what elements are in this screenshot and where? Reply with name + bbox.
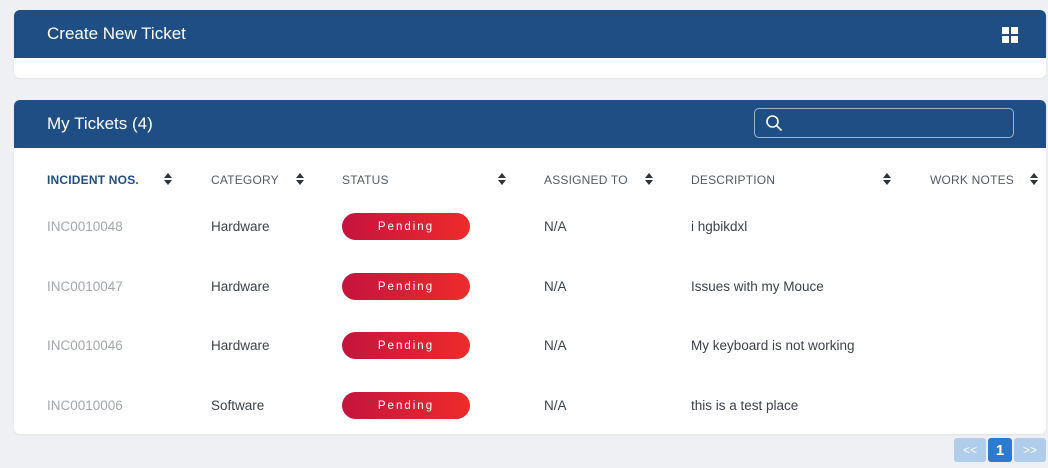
my-tickets-header: My Tickets (4) — [14, 100, 1046, 148]
incident-number: INC0010047 — [47, 279, 123, 294]
category-cell: Software — [211, 398, 265, 413]
search-icon — [766, 115, 782, 131]
sort-icon[interactable] — [883, 173, 891, 185]
description-cell: i hgbikdxl — [691, 219, 748, 234]
create-ticket-header[interactable]: Create New Ticket — [14, 10, 1046, 58]
description-cell: this is a test place — [691, 398, 799, 413]
create-ticket-panel: Create New Ticket — [14, 10, 1046, 78]
description-cell: Issues with my Mouce — [691, 279, 824, 294]
category-cell: Hardware — [211, 338, 270, 353]
sort-icon[interactable] — [498, 173, 506, 185]
sort-icon[interactable] — [296, 173, 304, 185]
my-tickets-panel: My Tickets (4) INCIDENT NOS. CATEGORY STAT… — [14, 100, 1046, 434]
assigned-to-cell: N/A — [544, 338, 567, 353]
incident-number: INC0010046 — [47, 338, 123, 353]
next-page-button[interactable]: >> — [1014, 438, 1046, 462]
column-header-status[interactable]: STATUS — [342, 173, 389, 187]
search-input[interactable] — [787, 110, 1013, 136]
my-tickets-title: My Tickets (4) — [47, 114, 153, 133]
assigned-to-cell: N/A — [544, 279, 567, 294]
incident-number: INC0010048 — [47, 219, 123, 234]
sort-icon[interactable] — [164, 173, 172, 185]
status-badge: Pending — [342, 213, 470, 240]
sort-icon[interactable] — [1030, 173, 1038, 185]
pagination: << 1 >> — [952, 438, 1046, 462]
category-cell: Hardware — [211, 219, 270, 234]
column-header-notes[interactable]: WORK NOTES — [930, 173, 1014, 187]
incident-number: INC0010006 — [47, 398, 123, 413]
status-badge: Pending — [342, 392, 470, 419]
assigned-to-cell: N/A — [544, 398, 567, 413]
column-header-description[interactable]: DESCRIPTION — [691, 173, 775, 187]
page-1-button[interactable]: 1 — [988, 438, 1012, 462]
assigned-to-cell: N/A — [544, 219, 567, 234]
column-header-incident[interactable]: INCIDENT NOS. — [47, 173, 139, 187]
column-header-category[interactable]: CATEGORY — [211, 173, 279, 187]
search-box[interactable] — [754, 108, 1014, 138]
prev-page-button[interactable]: << — [954, 438, 986, 462]
grid-icon[interactable] — [1002, 27, 1018, 43]
sort-icon[interactable] — [645, 173, 653, 185]
description-cell: My keyboard is not working — [691, 338, 855, 353]
column-header-assigned[interactable]: ASSIGNED TO — [544, 173, 628, 187]
status-badge: Pending — [342, 332, 470, 359]
create-ticket-title[interactable]: Create New Ticket — [47, 24, 186, 44]
status-badge: Pending — [342, 273, 470, 300]
category-cell: Hardware — [211, 279, 270, 294]
